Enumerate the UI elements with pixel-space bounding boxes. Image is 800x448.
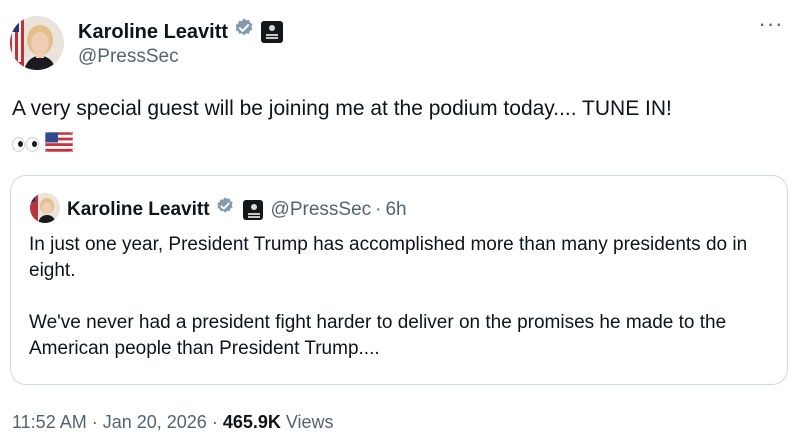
verified-badge-icon[interactable] xyxy=(215,196,235,223)
white-house-affiliation-icon[interactable] xyxy=(242,199,263,220)
more-horizontal-icon[interactable]: ··· xyxy=(756,13,786,38)
tweet-date[interactable]: Jan 20, 2026 xyxy=(103,412,207,432)
views-label: Views xyxy=(280,412,334,432)
tweet-text: A very special guest will be joining me … xyxy=(12,97,672,120)
tweet-emojis xyxy=(12,131,74,157)
views-count: 465.9K xyxy=(222,412,281,432)
tweet-card: Karoline Leavitt @PressSec ··· A very sp… xyxy=(0,0,800,448)
author-name-row: Karoline Leavitt xyxy=(78,17,284,46)
meta-separator: · xyxy=(86,412,103,432)
quoted-author-handle[interactable]: @PressSec xyxy=(271,198,372,222)
tweet-meta: 11:52 AM · Jan 20, 2026 · 465.9K Views xyxy=(12,410,334,434)
eyes-emoji xyxy=(12,136,39,152)
meta-separator: · xyxy=(206,412,223,432)
us-flag-emoji xyxy=(44,131,74,157)
tweet-time[interactable]: 11:52 AM xyxy=(12,412,87,432)
author-handle[interactable]: @PressSec xyxy=(78,44,179,70)
quoted-paragraph-2: We've never had a president fight harder… xyxy=(29,312,727,359)
quoted-author-name[interactable]: Karoline Leavitt xyxy=(67,198,210,222)
author-avatar[interactable] xyxy=(10,16,64,70)
quoted-author-avatar[interactable] xyxy=(30,193,60,223)
quoted-tweet[interactable]: Karoline Leavitt @PressSec · 6h In just … xyxy=(10,175,788,385)
quoted-timestamp[interactable]: 6h xyxy=(385,198,406,222)
author-name[interactable]: Karoline Leavitt xyxy=(78,19,228,45)
white-house-affiliation-icon[interactable] xyxy=(261,20,284,43)
quoted-text: In just one year, President Trump has ac… xyxy=(29,232,779,362)
quoted-separator: · xyxy=(375,198,382,220)
verified-badge-icon[interactable] xyxy=(233,17,255,46)
quoted-paragraph-1: In just one year, President Trump has ac… xyxy=(29,234,748,281)
quoted-header: Karoline Leavitt @PressSec · 6h xyxy=(67,196,407,223)
